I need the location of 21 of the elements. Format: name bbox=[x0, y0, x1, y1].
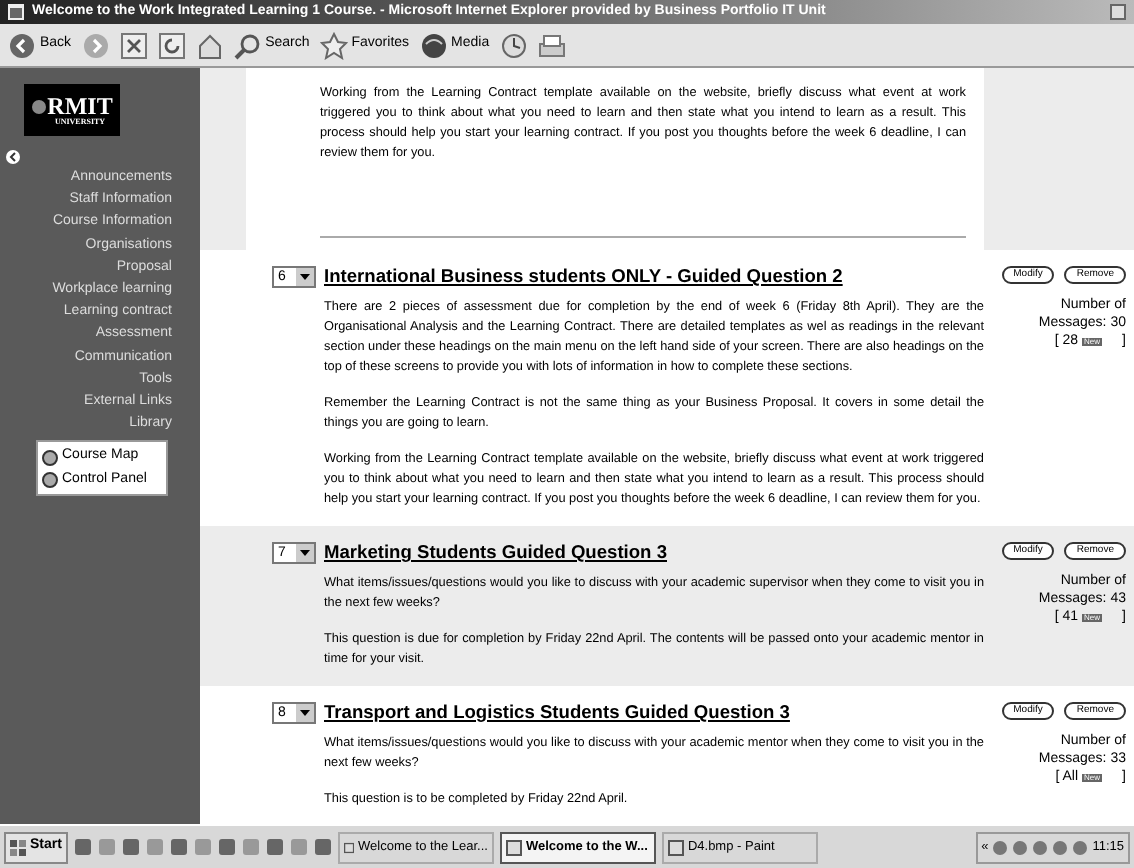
star-icon bbox=[319, 31, 348, 59]
window-icon bbox=[505, 839, 522, 855]
post-title[interactable]: International Business students ONLY - Guided Question 2 bbox=[324, 266, 984, 288]
flag-icon bbox=[10, 839, 26, 855]
stop-icon bbox=[119, 31, 148, 59]
dropdown-arrow-icon bbox=[296, 544, 314, 562]
window-icon bbox=[343, 839, 355, 855]
window-icon bbox=[8, 4, 24, 20]
post-title[interactable]: Transport and Logistics Students Guided Question 3 bbox=[324, 702, 984, 724]
dropdown-arrow-icon bbox=[296, 704, 314, 722]
dropdown-arrow-icon bbox=[296, 268, 314, 286]
logo-text: RMIT bbox=[47, 94, 113, 118]
dot-icon bbox=[31, 99, 46, 113]
house-icon bbox=[195, 31, 224, 59]
clock-icon bbox=[499, 31, 528, 59]
search-icon bbox=[233, 31, 262, 59]
collapse-arrow-icon[interactable] bbox=[6, 150, 20, 164]
post-title[interactable]: Marketing Students Guided Question 3 bbox=[324, 542, 984, 564]
printer-icon bbox=[537, 31, 566, 59]
window-icon bbox=[667, 839, 684, 855]
refresh-icon bbox=[157, 31, 186, 59]
